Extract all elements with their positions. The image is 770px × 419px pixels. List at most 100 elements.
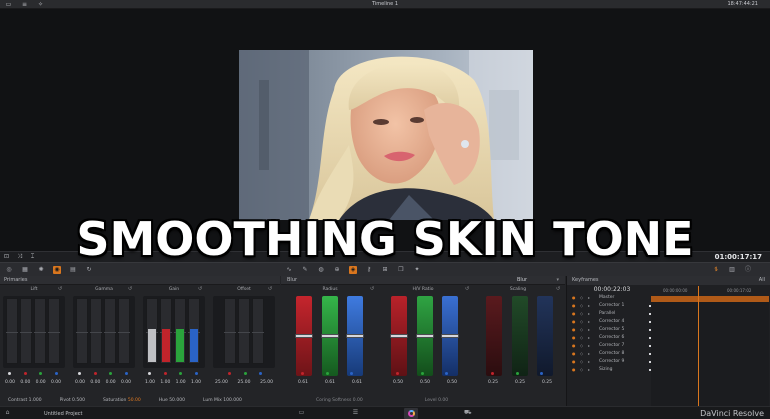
fx-icon[interactable]: ✦ [413, 266, 421, 274]
contrast-value[interactable]: 1.000 [29, 398, 42, 403]
lift-reset-icon[interactable]: ↺ [58, 286, 64, 292]
key-icon[interactable]: ⚷ [365, 266, 373, 274]
deliver-page-icon[interactable]: ⛟ [464, 410, 472, 416]
info-icon[interactable]: ⓘ [744, 266, 752, 274]
keyframe-marker[interactable] [649, 337, 651, 339]
keyframe-marker[interactable] [649, 345, 651, 347]
expand-icon[interactable]: ▸ [588, 342, 590, 350]
keyframe-marker[interactable] [649, 361, 651, 363]
expand-icon[interactable]: ▸ [588, 294, 590, 302]
record-icon[interactable]: ● [572, 326, 576, 334]
tracker-icon[interactable]: ⊕ [333, 266, 341, 274]
sizing-icon[interactable]: ⊞ [381, 266, 389, 274]
offset-value-red[interactable]: 25.00 [215, 380, 228, 386]
qualifier-icon[interactable]: ✎ [301, 266, 309, 274]
radius-red-slider[interactable] [295, 296, 313, 376]
level-readout[interactable]: Level 0.00 [425, 396, 448, 405]
diamond-icon[interactable]: ◇ [580, 366, 583, 374]
timeline-title[interactable]: Timeline 1 [0, 1, 770, 7]
keyframe-marker[interactable] [649, 321, 651, 323]
offset-value-green[interactable]: 25.00 [238, 380, 251, 386]
offset-value-blue[interactable]: 25.00 [260, 380, 273, 386]
record-icon[interactable]: ● [572, 366, 576, 374]
lift-value-blue[interactable]: 0.00 [51, 380, 61, 386]
keyframe-marker[interactable] [649, 305, 651, 307]
expand-icon[interactable]: ▸ [588, 326, 590, 334]
scaling-value-blue[interactable]: 0.25 [542, 380, 552, 386]
gain-value-red[interactable]: 1.00 [160, 380, 170, 386]
saturation-readout[interactable]: Saturation 50.00 [103, 396, 141, 405]
gamma-value-blue[interactable]: 0.00 [121, 380, 131, 386]
expand-icon[interactable]: ▸ [588, 366, 590, 374]
diamond-icon[interactable]: ◇ [580, 358, 583, 366]
keyframe-row[interactable]: ● ◇ ▸ Parallel [567, 310, 770, 318]
offset-red-bar[interactable] [224, 298, 236, 364]
gain-value-blue[interactable]: 1.00 [191, 380, 201, 386]
gamma-value-green[interactable]: 0.00 [106, 380, 116, 386]
hv-ratio-green-slider[interactable] [416, 296, 434, 376]
edit-page-icon[interactable]: ☰ [352, 410, 359, 416]
radius-blue-slider[interactable] [346, 296, 364, 376]
blur-tab-icon[interactable]: ◈ [349, 266, 357, 274]
lift-value-green[interactable]: 0.00 [36, 380, 46, 386]
gamma-value-red[interactable]: 0.00 [90, 380, 100, 386]
diamond-icon[interactable]: ◇ [580, 342, 583, 350]
scaling-blue-slider[interactable] [537, 296, 553, 376]
window-icon[interactable]: ◍ [317, 266, 325, 274]
motion-effects-icon[interactable]: ↻ [85, 266, 93, 274]
expand-icon[interactable]: ▸ [588, 318, 590, 326]
gamma-red-bar[interactable] [90, 298, 102, 364]
rgb-mixer-icon[interactable]: ▤ [69, 266, 77, 274]
keyframe-row[interactable]: ● ◇ ▸ Corrector 5 [567, 326, 770, 334]
radius-value-green[interactable]: 0.61 [325, 380, 335, 386]
lift-red-bar[interactable] [20, 298, 32, 364]
gamma-reset-icon[interactable]: ↺ [128, 286, 134, 292]
pivot-readout[interactable]: Pivot 0.500 [60, 396, 85, 405]
expand-icon[interactable]: ▸ [588, 358, 590, 366]
color-match-icon[interactable]: ▦ [21, 266, 29, 274]
record-icon[interactable]: ● [572, 350, 576, 358]
diamond-icon[interactable]: ◇ [580, 326, 583, 334]
keyframes-filter-select[interactable]: All [759, 276, 765, 285]
keyframe-row[interactable]: ● ◇ ▸ Corrector 1 [567, 302, 770, 310]
record-icon[interactable]: ● [572, 342, 576, 350]
keyframe-row[interactable]: ● ◇ ▸ Corrector 9 [567, 358, 770, 366]
gain-reset-icon[interactable]: ↺ [198, 286, 204, 292]
record-icon[interactable]: ● [572, 334, 576, 342]
diamond-icon[interactable]: ◇ [580, 310, 583, 318]
keyframe-row[interactable]: ● ◇ ▸ Corrector 7 [567, 342, 770, 350]
record-icon[interactable]: ● [572, 318, 576, 326]
hv-ratio-value-green[interactable]: 0.50 [420, 380, 430, 386]
keyframe-marker[interactable] [649, 353, 651, 355]
pivot-value[interactable]: 0.500 [72, 398, 85, 403]
curves-icon[interactable]: ∿ [285, 266, 293, 274]
scaling-value-green[interactable]: 0.25 [515, 380, 525, 386]
color-wheels-icon[interactable]: ✺ [37, 266, 45, 274]
radius-reset-icon[interactable]: ↺ [370, 286, 376, 292]
lum-mix-readout[interactable]: Lum Mix 100.000 [203, 396, 242, 405]
blur-mode-select[interactable]: Blur [517, 276, 527, 285]
expand-icon[interactable]: ▸ [588, 334, 590, 342]
expand-icon[interactable]: ▸ [588, 310, 590, 318]
lift-blue-bar[interactable] [48, 298, 60, 364]
gamma-value-master[interactable]: 0.00 [75, 380, 85, 386]
gain-value-green[interactable]: 1.00 [176, 380, 186, 386]
gamma-green-bar[interactable] [104, 298, 116, 364]
expand-icon[interactable]: ▸ [588, 350, 590, 358]
keyframe-marker[interactable] [649, 369, 651, 371]
radius-green-slider[interactable] [321, 296, 339, 376]
hv-ratio-reset-icon[interactable]: ↺ [465, 286, 471, 292]
hue-value[interactable]: 50.000 [169, 398, 185, 403]
record-icon[interactable]: ● [572, 294, 576, 302]
keyframe-marker[interactable] [649, 313, 651, 315]
home-icon[interactable]: ⌂ [4, 410, 11, 416]
keyframe-row[interactable]: ● ◇ ▸ Corrector 4 [567, 318, 770, 326]
color-page-button[interactable] [404, 408, 418, 419]
keyframe-row[interactable]: ● ◇ ▸ Corrector 6 [567, 334, 770, 342]
gamma-master-bar[interactable] [76, 298, 88, 364]
gain-master-bar[interactable] [146, 298, 158, 364]
lum-mix-value[interactable]: 100.000 [223, 398, 242, 403]
offset-reset-icon[interactable]: ↺ [268, 286, 274, 292]
gain-value-master[interactable]: 1.00 [145, 380, 155, 386]
blur-mode-chevron-icon[interactable]: ▾ [556, 276, 559, 285]
